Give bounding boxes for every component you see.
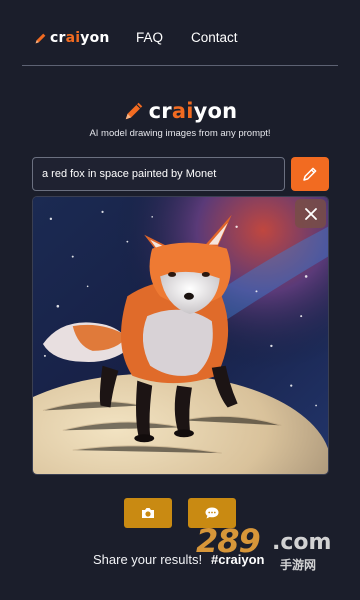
pencil-icon	[35, 33, 46, 43]
close-button[interactable]	[295, 199, 326, 228]
hero-logo: craiyon	[0, 98, 360, 124]
brand-highlight: ai	[65, 30, 81, 46]
close-icon	[304, 207, 317, 220]
brand-prefix: cr	[50, 30, 66, 46]
nav-logo[interactable]: craiyon	[34, 29, 110, 47]
draw-button[interactable]	[291, 157, 329, 191]
prompt-input[interactable]	[32, 157, 285, 191]
share-text: Share your results!	[93, 552, 203, 567]
tagline: AI model drawing images from any prompt!	[89, 128, 271, 139]
nav-brand: craiyon	[50, 30, 110, 46]
chat-icon	[205, 507, 219, 519]
top-nav: craiyon FAQ Contact	[0, 0, 360, 66]
watermark-number: 289	[196, 522, 261, 560]
site-watermark: 289 .com 手游网	[196, 522, 336, 574]
brand-prefix: cr	[148, 99, 172, 123]
nav-divider	[22, 65, 338, 66]
generated-image[interactable]	[32, 196, 329, 475]
pencil-icon	[125, 102, 142, 120]
camera-icon	[142, 508, 154, 518]
nav-link-contact[interactable]: Contact	[191, 30, 238, 45]
pencil-icon	[303, 167, 317, 181]
watermark-chinese: 手游网	[280, 558, 317, 572]
nav-link-faq[interactable]: FAQ	[136, 30, 163, 45]
brand-suffix: yon	[80, 30, 110, 46]
hero-brand: craiyon	[149, 99, 238, 123]
fox-painting	[33, 197, 328, 474]
brand-highlight: ai	[171, 99, 194, 123]
screenshot-button[interactable]	[124, 498, 172, 528]
watermark-domain: .com	[272, 530, 332, 555]
brand-suffix: yon	[193, 99, 238, 123]
